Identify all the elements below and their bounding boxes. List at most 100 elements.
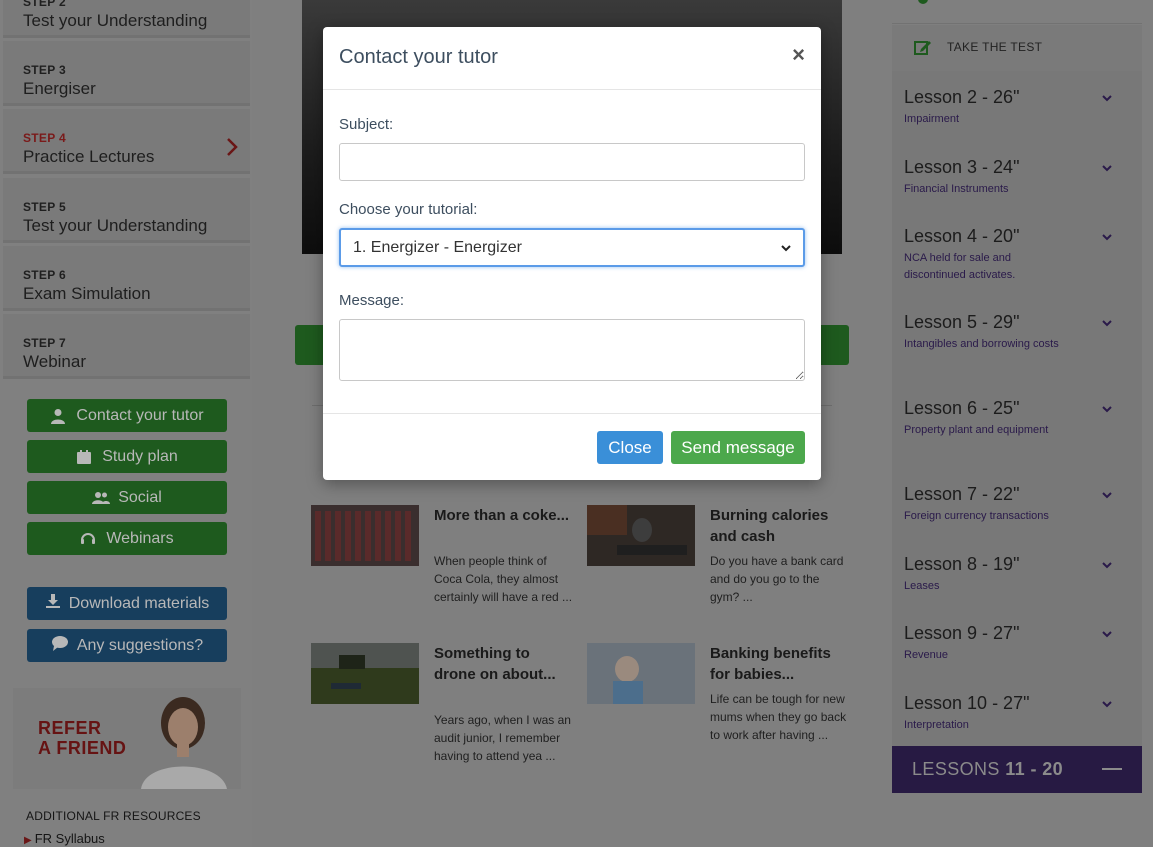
lesson-subtitle: Foreign currency transactions [904, 510, 1049, 522]
lesson-title: Lesson 4 - 20" [904, 226, 1020, 246]
lesson-item[interactable]: Lesson 3 - 24" Financial Instruments [904, 157, 1134, 198]
chevron-down-icon [1102, 701, 1112, 708]
article-excerpt: When people think of Coca Cola, they alm… [434, 554, 573, 604]
right-top-row [892, 0, 1142, 24]
modal-header: Contact your tutor × [323, 27, 821, 90]
step-label: STEP 6 [23, 268, 66, 282]
lesson-item[interactable]: Lesson 6 - 25" Property plant and equipm… [904, 398, 1134, 439]
step-2[interactable]: STEP 2 Test your Understanding [3, 0, 250, 38]
lessons-group-toggle[interactable]: LESSONS 11 - 20 [892, 746, 1142, 793]
chevron-down-icon [1102, 631, 1112, 638]
lesson-subtitle: Property plant and equipment [904, 424, 1049, 436]
resources-title: ADDITIONAL FR RESOURCES [26, 809, 201, 823]
lesson-item[interactable]: Lesson 7 - 22" Foreign currency transact… [904, 484, 1134, 525]
baby-thumbnail [587, 643, 695, 704]
article-title[interactable]: Banking benefits for babies... [710, 643, 850, 685]
step-5[interactable]: STEP 5 Test your Understanding [3, 178, 250, 243]
step-7[interactable]: STEP 7 Webinar [3, 314, 250, 379]
step-label: STEP 7 [23, 336, 66, 350]
lessons-group-prefix: LESSONS [912, 759, 1006, 779]
lesson-title: Lesson 3 - 24" [904, 157, 1020, 177]
lesson-title: Lesson 7 - 22" [904, 484, 1020, 504]
calendar-icon [76, 449, 92, 465]
lesson-subtitle: Interpretation [904, 719, 969, 731]
take-test-link[interactable]: TAKE THE TEST [892, 25, 1142, 71]
close-icon[interactable]: × [792, 44, 805, 66]
lesson-title: Lesson 8 - 19" [904, 554, 1020, 574]
lessons-group-range: 11 - 20 [1005, 759, 1064, 779]
lesson-title: Lesson 10 - 27" [904, 693, 1030, 713]
gym-thumbnail [587, 505, 695, 566]
webinars-button[interactable]: Webinars [27, 522, 227, 555]
status-dot-icon [918, 0, 928, 4]
contact-tutor-label: Contact your tutor [76, 406, 204, 424]
tutorial-label: Choose your tutorial: [339, 201, 478, 218]
coke-bottles-thumbnail [311, 505, 419, 566]
subject-input[interactable] [339, 143, 805, 181]
refer-line-2: A FRIEND [38, 738, 127, 758]
lesson-item[interactable]: Lesson 8 - 19" Leases [904, 554, 1134, 595]
step-title: Energiser [23, 79, 96, 98]
download-materials-button[interactable]: Download materials [27, 587, 227, 620]
caret-right-icon: ▶ [24, 835, 32, 846]
refer-line-1: REFER [38, 718, 102, 738]
chevron-down-icon [1102, 320, 1112, 327]
study-plan-button[interactable]: Study plan [27, 440, 227, 473]
lesson-item[interactable]: Lesson 5 - 29" Intangibles and borrowing… [904, 312, 1134, 353]
step-6[interactable]: STEP 6 Exam Simulation [3, 246, 250, 311]
close-button[interactable]: Close [597, 431, 663, 464]
send-message-button[interactable]: Send message [671, 431, 805, 464]
article-title[interactable]: Burning calories and cash [710, 505, 850, 547]
chevron-down-icon [1102, 562, 1112, 569]
message-label: Message: [339, 292, 405, 309]
refer-text: REFER A FRIEND [38, 718, 126, 758]
step-label: STEP 4 [23, 131, 66, 145]
tutorial-select[interactable]: 1. Energizer - Energizer [339, 228, 805, 267]
chevron-down-icon [1102, 492, 1112, 499]
lesson-title: Lesson 2 - 26" [904, 87, 1020, 107]
chevron-down-icon [1102, 406, 1112, 413]
comment-icon [51, 635, 69, 656]
step-3[interactable]: STEP 3 Energiser [3, 41, 250, 106]
edit-icon [914, 41, 931, 55]
lesson-item[interactable]: Lesson 2 - 26" Impairment [904, 87, 1134, 128]
article-title[interactable]: Something to drone on about... [434, 643, 574, 685]
step-label: STEP 5 [23, 200, 66, 214]
article-excerpt: Life can be tough for new mums when they… [710, 692, 847, 742]
lesson-subtitle: Intangibles and borrowing costs [904, 338, 1059, 350]
article-title[interactable]: More than a coke... [434, 505, 574, 526]
tutorial-selected-value: 1. Energizer - Energizer [353, 238, 522, 256]
lesson-title: Lesson 9 - 27" [904, 623, 1020, 643]
suggestions-label: Any suggestions? [76, 636, 204, 654]
refer-a-friend-banner[interactable]: REFER A FRIEND [13, 688, 241, 789]
step-title: Webinar [23, 352, 86, 371]
step-title: Test your Understanding [23, 11, 208, 30]
lesson-item[interactable]: Lesson 4 - 20" NCA held for sale and dis… [904, 226, 1134, 284]
take-test-label: TAKE THE TEST [947, 40, 1043, 54]
subject-label: Subject: [339, 116, 394, 133]
step-4[interactable]: STEP 4 Practice Lectures [3, 109, 250, 174]
lesson-subtitle: Leases [904, 580, 940, 592]
lesson-title: Lesson 5 - 29" [904, 312, 1020, 332]
drone-field-thumbnail [311, 643, 419, 704]
step-title: Test your Understanding [23, 216, 208, 235]
chevron-down-icon [1102, 234, 1112, 241]
left-sidebar: STEP 2 Test your Understanding STEP 3 En… [0, 0, 252, 847]
chevron-down-icon [1102, 165, 1112, 172]
social-label: Social [118, 488, 162, 506]
contact-tutor-modal: Contact your tutor × Subject: Choose you… [323, 27, 821, 480]
users-icon [92, 490, 111, 506]
step-title: Exam Simulation [23, 284, 151, 303]
modal-footer: Close Send message [323, 413, 821, 480]
lesson-item[interactable]: Lesson 9 - 27" Revenue [904, 623, 1134, 664]
lesson-item[interactable]: Lesson 10 - 27" Interpretation [904, 693, 1134, 734]
step-title: Practice Lectures [23, 147, 155, 166]
download-icon [45, 593, 61, 614]
contact-tutor-button[interactable]: Contact your tutor [27, 399, 227, 432]
message-textarea[interactable] [339, 319, 805, 381]
suggestions-button[interactable]: Any suggestions? [27, 629, 227, 662]
lesson-title: Lesson 6 - 25" [904, 398, 1020, 418]
resource-link-fr-syllabus[interactable]: ▶ FR Syllabus [24, 831, 105, 846]
social-button[interactable]: Social [27, 481, 227, 514]
chevron-down-icon [1102, 95, 1112, 102]
